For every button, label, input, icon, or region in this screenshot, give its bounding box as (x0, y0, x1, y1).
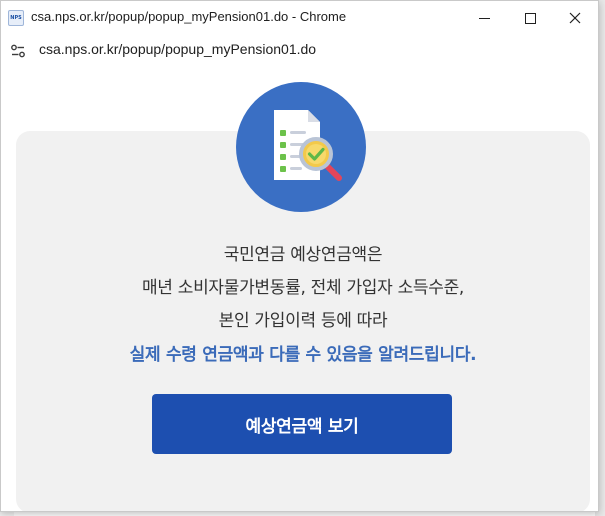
close-button[interactable] (552, 1, 598, 35)
window-title: csa.nps.or.kr/popup/popup_myPension01.do… (31, 9, 347, 24)
address-bar: csa.nps.or.kr/popup/popup_myPension01.do (1, 35, 598, 67)
maximize-button[interactable] (507, 1, 553, 35)
notice-line-3: 본인 가입이력 등에 따라 (218, 311, 388, 331)
minimize-icon (478, 17, 490, 19)
illustration-badge (236, 82, 366, 212)
popup-window: NPS csa.nps.or.kr/popup/popup_myPension0… (0, 0, 599, 512)
site-info-icon[interactable] (10, 43, 26, 59)
minimize-button[interactable] (461, 1, 507, 35)
view-expected-pension-button[interactable]: 예상연금액 보기 (152, 394, 452, 454)
url-text[interactable]: csa.nps.or.kr/popup/popup_myPension01.do (39, 41, 316, 57)
document-search-check-icon (274, 110, 342, 181)
close-icon (569, 12, 581, 24)
notice-line-2: 매년 소비자물가변동률, 전체 가입자 소득수준, (141, 278, 465, 298)
maximize-icon (524, 12, 536, 24)
title-bar[interactable]: NPS csa.nps.or.kr/popup/popup_myPension0… (1, 1, 598, 35)
popup-content: 국민연금 예상연금액은 매년 소비자물가변동률, 전체 가입자 소득수준, 본인… (1, 67, 598, 511)
notice-line-1: 국민연금 예상연금액은 (223, 245, 383, 265)
notice-highlight: 실제 수령 연금액과 다를 수 있음을 알려드립니다. (129, 345, 477, 365)
nps-favicon-icon: NPS (8, 10, 24, 26)
